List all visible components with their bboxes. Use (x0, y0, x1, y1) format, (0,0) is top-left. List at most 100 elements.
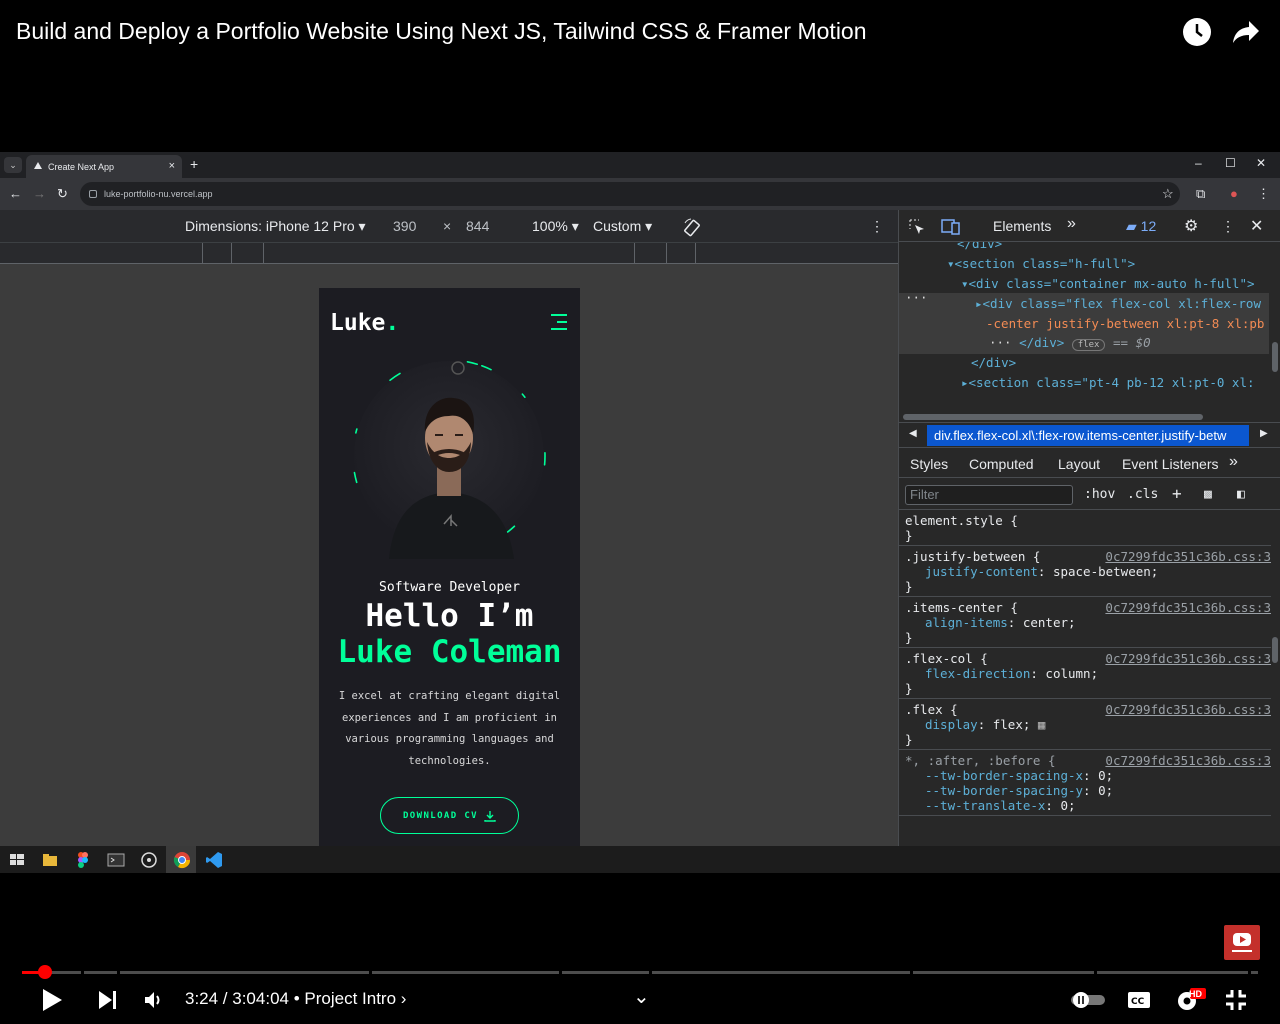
next-icon[interactable] (97, 989, 119, 1011)
dom-line[interactable]: </div> (957, 242, 1002, 251)
media-query-bar[interactable] (0, 242, 898, 264)
progress-scrubber[interactable] (38, 965, 52, 979)
file-explorer-icon[interactable] (41, 851, 59, 869)
issues-counter[interactable]: ▰ 12 (1126, 218, 1156, 235)
flexbox-editor-icon[interactable]: ▦ (1030, 717, 1046, 732)
css-declaration[interactable]: justify-content: space-between; (905, 564, 1265, 579)
tab-styles[interactable]: Styles (910, 456, 948, 472)
collapse-triangle-icon[interactable]: ▸ (975, 296, 983, 311)
settings-gear-icon[interactable]: ⚙ (1184, 216, 1198, 236)
video-time-and-chapter[interactable]: 3:24 / 3:04:04 • Project Intro › (185, 989, 406, 1009)
flex-badge[interactable]: flex (1071, 339, 1106, 351)
rotate-icon[interactable] (682, 218, 702, 241)
more-pane-tabs-icon[interactable]: » (1229, 453, 1238, 471)
dom-line[interactable]: ▾<div class="container mx-auto h-full"> (961, 276, 1255, 291)
figma-icon[interactable] (74, 851, 92, 869)
media-query-marker[interactable] (231, 243, 232, 264)
rule-source-link[interactable]: 0c7299fdc351c36b.css:3 (1105, 651, 1271, 666)
close-devtools-icon[interactable]: ✕ (1250, 216, 1263, 236)
download-cv-button[interactable]: DOWNLOAD CV (380, 797, 519, 834)
close-tab-icon[interactable]: × (169, 160, 175, 172)
css-declaration[interactable]: display: flex; ▦ (905, 717, 1265, 732)
terminal-icon[interactable] (107, 851, 125, 869)
subscribe-watermark[interactable] (1224, 925, 1260, 960)
media-query-marker[interactable] (202, 243, 203, 264)
site-info-icon[interactable] (89, 190, 97, 198)
extensions-icon[interactable]: ⧉ (1196, 186, 1205, 202)
dom-line-continued[interactable]: -center justify-between xl:pt-8 xl:pb (986, 316, 1264, 331)
autoplay-toggle[interactable] (1069, 989, 1107, 1011)
tab-elements[interactable]: Elements (993, 218, 1051, 234)
css-declaration[interactable]: align-items: center; (905, 615, 1265, 630)
css-declaration[interactable]: flex-direction: column; (905, 666, 1265, 681)
tab-layout[interactable]: Layout (1058, 456, 1100, 472)
dom-line[interactable]: </div> (971, 355, 1016, 370)
css-property[interactable]: --tw-border-spacing-x (925, 768, 1083, 783)
expand-triangle-icon[interactable]: ▾ (947, 256, 955, 271)
rule-source-link[interactable]: 0c7299fdc351c36b.css:3 (1105, 600, 1271, 615)
rule-source-link[interactable]: 0c7299fdc351c36b.css:3 (1105, 753, 1271, 768)
styles-scrollbar[interactable] (1272, 637, 1278, 663)
breadcrumb-right-icon[interactable]: ▶ (1260, 428, 1268, 439)
browser-tab[interactable]: Create Next App × (26, 155, 182, 178)
hov-toggle[interactable]: :hov (1084, 487, 1115, 502)
tab-search-button[interactable]: ⌄ (4, 157, 22, 173)
css-property[interactable]: --tw-translate-x (925, 798, 1045, 813)
style-rule[interactable]: element.style {} (899, 510, 1271, 546)
css-declaration[interactable]: --tw-border-spacing-y: 0; (905, 783, 1265, 798)
new-rule-icon[interactable]: + (1172, 484, 1182, 503)
css-declaration[interactable]: --tw-translate-x: 0; (905, 798, 1265, 813)
video-title[interactable]: Build and Deploy a Portfolio Website Usi… (16, 18, 867, 45)
sidebar-toggle-icon[interactable]: ◧ (1237, 487, 1245, 502)
bookmark-star-icon[interactable]: ☆ (1162, 186, 1174, 202)
css-declaration[interactable]: --tw-border-spacing-x: 0; (905, 768, 1265, 783)
media-query-marker[interactable] (666, 243, 667, 264)
dom-horizontal-scrollbar[interactable] (903, 414, 1203, 420)
zoom-select[interactable]: 100% ▾ (532, 218, 579, 235)
paint-brush-icon[interactable]: ▩ (1204, 487, 1212, 502)
watch-later-icon[interactable] (1181, 16, 1213, 48)
css-value[interactable]: 0; (1098, 783, 1113, 798)
style-rule[interactable]: .items-center {0c7299fdc351c36b.css:3 ali… (899, 597, 1271, 648)
media-query-marker[interactable] (695, 243, 696, 264)
device-toggle-icon[interactable] (941, 218, 961, 239)
chrome-icon[interactable] (173, 851, 191, 869)
vscode-icon[interactable] (205, 851, 223, 869)
style-rule[interactable]: .flex-col {0c7299fdc351c36b.css:3 flex-di… (899, 648, 1271, 699)
tab-computed[interactable]: Computed (969, 456, 1034, 472)
css-value[interactable]: 0; (1060, 798, 1075, 813)
breadcrumb-selected[interactable]: div.flex.flex-col.xl\:flex-row.items-cen… (927, 425, 1249, 446)
reload-icon[interactable]: ↻ (57, 186, 68, 202)
back-icon[interactable]: ← (9, 186, 22, 201)
devtools-menu-icon[interactable]: ⋮ (1221, 218, 1235, 235)
breadcrumb-left-icon[interactable]: ◀ (909, 428, 917, 439)
style-rule[interactable]: .flex {0c7299fdc351c36b.css:3 display: fl… (899, 699, 1271, 750)
css-value[interactable]: flex; (993, 717, 1031, 732)
media-query-marker[interactable] (263, 243, 264, 264)
css-value[interactable]: 0; (1098, 768, 1113, 783)
dom-scrollbar[interactable] (1272, 342, 1278, 372)
collapse-triangle-icon[interactable]: ▸ (961, 375, 969, 390)
forward-icon[interactable]: → (33, 186, 46, 201)
dom-line[interactable]: ▾<section class="h-full"> (947, 256, 1135, 271)
css-property[interactable]: --tw-border-spacing-y (925, 783, 1083, 798)
css-property[interactable]: align-items (925, 615, 1008, 630)
device-toolbar-more-icon[interactable]: ⋮ (870, 218, 884, 235)
obs-icon[interactable] (140, 851, 158, 869)
media-query-marker[interactable] (634, 243, 635, 264)
expand-description-icon[interactable]: ⌄ (633, 984, 650, 1009)
minimize-button[interactable]: – (1195, 156, 1202, 170)
styles-filter-input[interactable]: Filter (905, 485, 1073, 505)
css-value[interactable]: center; (1023, 615, 1076, 630)
device-dimensions-select[interactable]: Dimensions: iPhone 12 Pro ▾ (185, 218, 366, 235)
tab-event-listeners[interactable]: Event Listeners (1122, 456, 1219, 472)
play-icon[interactable] (40, 986, 64, 1014)
address-bar[interactable]: luke-portfolio-nu.vercel.app (80, 182, 1180, 206)
style-rule[interactable]: *, :after, :before {0c7299fdc351c36b.css… (899, 750, 1271, 816)
rule-selector[interactable]: element.style { (905, 513, 1265, 528)
dom-ellipsis[interactable]: ··· (905, 290, 928, 305)
css-value[interactable]: space-between; (1053, 564, 1158, 579)
inspect-element-icon[interactable] (908, 218, 926, 239)
maximize-button[interactable]: ☐ (1225, 156, 1236, 170)
captions-icon[interactable]: CC (1126, 989, 1152, 1011)
